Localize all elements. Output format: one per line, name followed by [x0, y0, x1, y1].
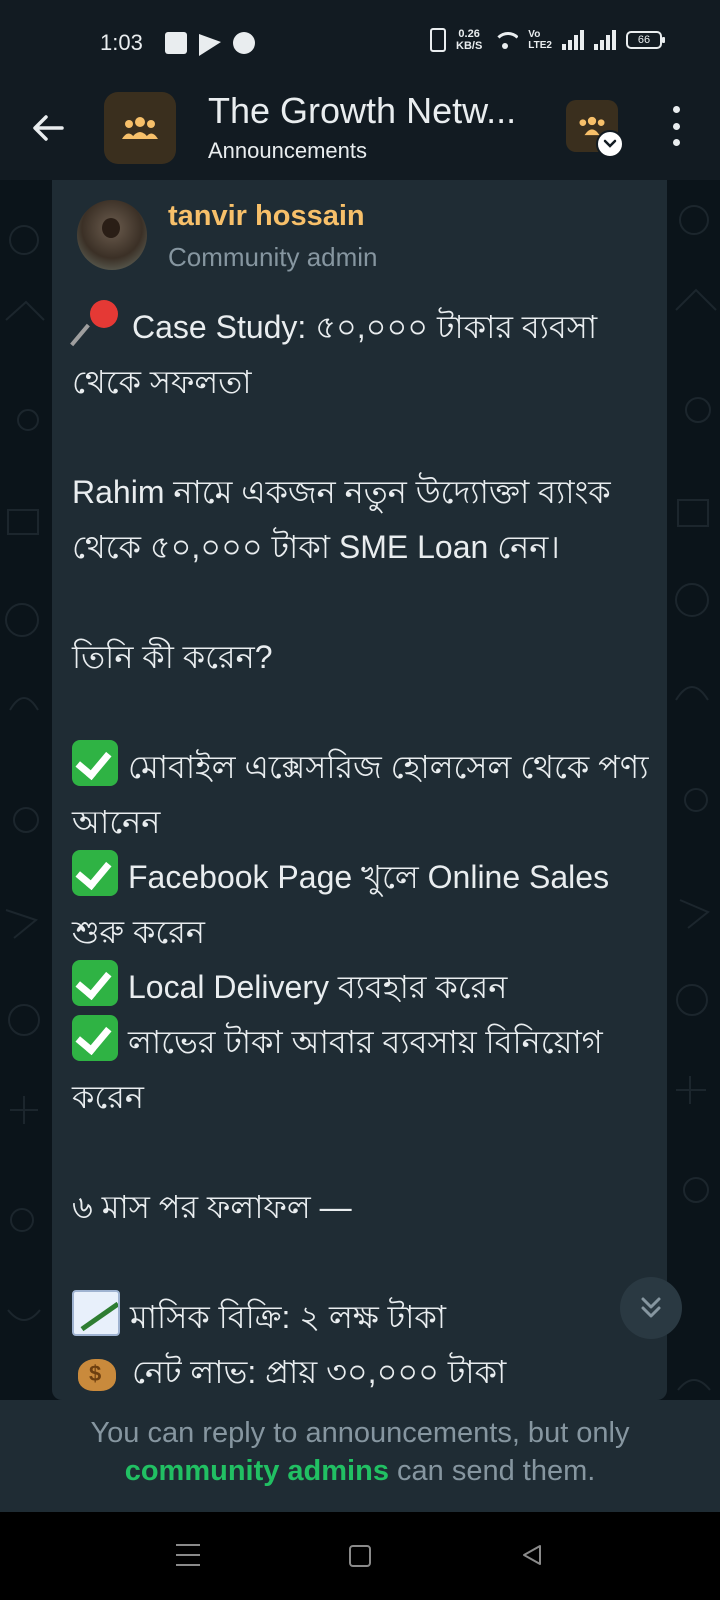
message-line: লাভের টাকা আবার ব্যবসায় বিনিয়োগ করেন: [72, 1024, 603, 1115]
status-bar: 1:03 0.26 KB/S Vo LTE2 66: [0, 0, 720, 90]
volte-indicator: Vo LTE2: [528, 29, 552, 51]
volte-top: Vo: [528, 29, 541, 40]
message-line: Facebook Page খুলে Online Sales শুরু করে…: [72, 859, 610, 950]
battery-icon: 66: [626, 31, 665, 49]
chevron-down-icon: [596, 130, 624, 158]
double-chevron-down-icon: [641, 1297, 661, 1318]
group-icon: [122, 117, 158, 139]
telegram-icon: [199, 34, 221, 56]
check-mark-icon: [72, 850, 118, 896]
wifi-icon: [492, 30, 519, 50]
more-options-button[interactable]: [666, 106, 686, 146]
scroll-to-bottom-button[interactable]: [620, 1277, 682, 1339]
message-line: ৬ মাস পর ফলাফল —: [72, 1189, 352, 1225]
chart-increasing-icon: [72, 1290, 120, 1336]
network-speed-unit: KB/S: [456, 40, 483, 52]
message-text: Case Study: ৫০,০০০ টাকার ব্যবসা থেকে সফল…: [72, 300, 657, 1400]
recent-apps-button[interactable]: [176, 1544, 200, 1566]
sender-name[interactable]: tanvir hossain: [168, 200, 365, 233]
vibrate-icon: [430, 28, 446, 52]
message-line: Rahim নামে একজন নতুন উদ্যোক্তা ব্যাংক থে…: [72, 474, 611, 565]
message-line: মাসিক বিক্রি: ২ লক্ষ টাকা: [130, 1299, 447, 1335]
message-line: Local Delivery ব্যবহার করেন: [128, 969, 508, 1005]
sender-avatar[interactable]: [77, 200, 147, 270]
money-bag-icon: [72, 1345, 122, 1391]
community-avatar[interactable]: [104, 92, 176, 164]
announcement-notice: You can reply to announcements, but only…: [0, 1400, 720, 1512]
system-back-button[interactable]: [520, 1543, 544, 1567]
back-button[interactable]: [28, 108, 68, 148]
network-speed-value: 0.26: [458, 28, 480, 40]
message-line: মোবাইল এক্সেসরিজ হোলসেল থেকে পণ্য আনেন: [72, 749, 649, 840]
system-nav-bar: [0, 1512, 720, 1600]
dot-icon: [672, 122, 680, 130]
notice-line-1: You can reply to announcements, but only: [90, 1417, 630, 1449]
notice-line-2: community admins can send them.: [0, 1452, 720, 1490]
home-button[interactable]: [349, 1545, 371, 1567]
check-mark-icon: [72, 740, 118, 786]
message-line: তিনি কী করেন?: [72, 639, 273, 675]
triangle-back-icon: [523, 1545, 541, 1565]
check-mark-icon: [72, 1015, 118, 1061]
status-indicators: 0.26 KB/S Vo LTE2 66: [430, 28, 665, 52]
message-line: নেট লাভ: প্রায় ৩০,০০০ টাকা: [132, 1354, 507, 1390]
chat-title[interactable]: The Growth Netw...: [208, 90, 516, 132]
arrow-left-icon: [33, 115, 64, 141]
check-mark-icon: [72, 960, 118, 1006]
notification-icons: [165, 32, 255, 56]
sender-role: Community admin: [168, 242, 378, 272]
chat-header: The Growth Netw... Announcements: [0, 90, 720, 180]
status-time: 1:03: [100, 30, 143, 55]
message-line: Case Study: ৫০,০০০ টাকার ব্যবসা থেকে সফল…: [72, 309, 598, 400]
message-bubble[interactable]: tanvir hossain Community admin Case Stud…: [52, 180, 667, 1400]
messenger-icon: [233, 32, 255, 54]
dot-icon: [672, 106, 680, 113]
network-speed: 0.26 KB/S: [456, 28, 482, 52]
community-switch-button[interactable]: [566, 100, 624, 158]
chat-area: tanvir hossain Community admin Case Stud…: [0, 180, 720, 1400]
chat-subtitle: Announcements: [208, 138, 367, 163]
signal-icon: [562, 30, 584, 50]
volte-bottom: LTE2: [528, 40, 552, 51]
community-admins-link[interactable]: community admins: [125, 1455, 389, 1487]
signal-icon: [594, 30, 616, 50]
facebook-icon: [165, 32, 187, 54]
dot-icon: [672, 139, 680, 146]
notice-suffix: can send them.: [388, 1455, 596, 1487]
pushpin-icon: [72, 300, 122, 346]
